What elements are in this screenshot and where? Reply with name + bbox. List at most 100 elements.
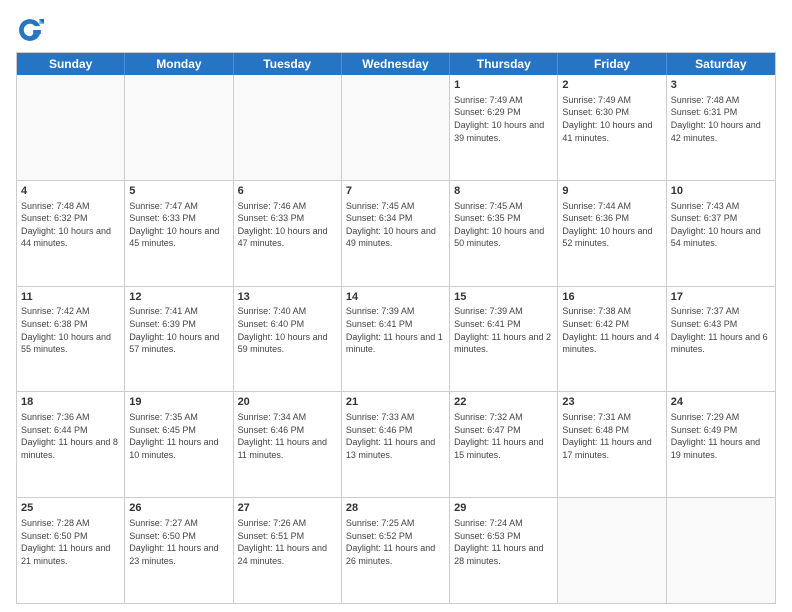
day-info: Sunrise: 7:38 AM Sunset: 6:42 PM Dayligh… — [562, 305, 661, 355]
day-number: 27 — [238, 501, 337, 516]
day-cell-5: 5Sunrise: 7:47 AM Sunset: 6:33 PM Daylig… — [125, 181, 233, 286]
day-info: Sunrise: 7:31 AM Sunset: 6:48 PM Dayligh… — [562, 411, 661, 461]
empty-cell-0-2 — [234, 75, 342, 180]
day-number: 5 — [129, 184, 228, 199]
day-number: 29 — [454, 501, 553, 516]
calendar-row-1: 4Sunrise: 7:48 AM Sunset: 6:32 PM Daylig… — [17, 181, 775, 287]
day-number: 10 — [671, 184, 771, 199]
day-header-thursday: Thursday — [450, 53, 558, 75]
day-cell-2: 2Sunrise: 7:49 AM Sunset: 6:30 PM Daylig… — [558, 75, 666, 180]
day-number: 13 — [238, 290, 337, 305]
day-cell-18: 18Sunrise: 7:36 AM Sunset: 6:44 PM Dayli… — [17, 392, 125, 497]
day-info: Sunrise: 7:29 AM Sunset: 6:49 PM Dayligh… — [671, 411, 771, 461]
day-cell-23: 23Sunrise: 7:31 AM Sunset: 6:48 PM Dayli… — [558, 392, 666, 497]
empty-cell-4-6 — [667, 498, 775, 603]
calendar: SundayMondayTuesdayWednesdayThursdayFrid… — [16, 52, 776, 604]
day-number: 7 — [346, 184, 445, 199]
empty-cell-0-1 — [125, 75, 233, 180]
calendar-row-4: 25Sunrise: 7:28 AM Sunset: 6:50 PM Dayli… — [17, 498, 775, 603]
day-info: Sunrise: 7:25 AM Sunset: 6:52 PM Dayligh… — [346, 517, 445, 567]
calendar-row-0: 1Sunrise: 7:49 AM Sunset: 6:29 PM Daylig… — [17, 75, 775, 181]
day-info: Sunrise: 7:45 AM Sunset: 6:34 PM Dayligh… — [346, 200, 445, 250]
day-info: Sunrise: 7:47 AM Sunset: 6:33 PM Dayligh… — [129, 200, 228, 250]
day-cell-29: 29Sunrise: 7:24 AM Sunset: 6:53 PM Dayli… — [450, 498, 558, 603]
day-cell-6: 6Sunrise: 7:46 AM Sunset: 6:33 PM Daylig… — [234, 181, 342, 286]
day-cell-3: 3Sunrise: 7:48 AM Sunset: 6:31 PM Daylig… — [667, 75, 775, 180]
day-number: 16 — [562, 290, 661, 305]
day-info: Sunrise: 7:48 AM Sunset: 6:31 PM Dayligh… — [671, 94, 771, 144]
day-header-monday: Monday — [125, 53, 233, 75]
day-info: Sunrise: 7:32 AM Sunset: 6:47 PM Dayligh… — [454, 411, 553, 461]
calendar-row-3: 18Sunrise: 7:36 AM Sunset: 6:44 PM Dayli… — [17, 392, 775, 498]
header — [16, 16, 776, 44]
day-info: Sunrise: 7:39 AM Sunset: 6:41 PM Dayligh… — [454, 305, 553, 355]
day-info: Sunrise: 7:27 AM Sunset: 6:50 PM Dayligh… — [129, 517, 228, 567]
day-cell-27: 27Sunrise: 7:26 AM Sunset: 6:51 PM Dayli… — [234, 498, 342, 603]
day-number: 14 — [346, 290, 445, 305]
day-number: 19 — [129, 395, 228, 410]
day-header-sunday: Sunday — [17, 53, 125, 75]
day-header-wednesday: Wednesday — [342, 53, 450, 75]
day-number: 1 — [454, 78, 553, 93]
day-cell-11: 11Sunrise: 7:42 AM Sunset: 6:38 PM Dayli… — [17, 287, 125, 392]
day-number: 23 — [562, 395, 661, 410]
day-number: 15 — [454, 290, 553, 305]
day-number: 4 — [21, 184, 120, 199]
day-header-tuesday: Tuesday — [234, 53, 342, 75]
day-number: 12 — [129, 290, 228, 305]
day-cell-20: 20Sunrise: 7:34 AM Sunset: 6:46 PM Dayli… — [234, 392, 342, 497]
day-number: 20 — [238, 395, 337, 410]
day-number: 26 — [129, 501, 228, 516]
empty-cell-4-5 — [558, 498, 666, 603]
day-cell-8: 8Sunrise: 7:45 AM Sunset: 6:35 PM Daylig… — [450, 181, 558, 286]
day-number: 24 — [671, 395, 771, 410]
day-cell-4: 4Sunrise: 7:48 AM Sunset: 6:32 PM Daylig… — [17, 181, 125, 286]
day-cell-19: 19Sunrise: 7:35 AM Sunset: 6:45 PM Dayli… — [125, 392, 233, 497]
day-info: Sunrise: 7:44 AM Sunset: 6:36 PM Dayligh… — [562, 200, 661, 250]
day-info: Sunrise: 7:34 AM Sunset: 6:46 PM Dayligh… — [238, 411, 337, 461]
day-cell-13: 13Sunrise: 7:40 AM Sunset: 6:40 PM Dayli… — [234, 287, 342, 392]
day-cell-15: 15Sunrise: 7:39 AM Sunset: 6:41 PM Dayli… — [450, 287, 558, 392]
day-cell-26: 26Sunrise: 7:27 AM Sunset: 6:50 PM Dayli… — [125, 498, 233, 603]
day-info: Sunrise: 7:39 AM Sunset: 6:41 PM Dayligh… — [346, 305, 445, 355]
day-info: Sunrise: 7:40 AM Sunset: 6:40 PM Dayligh… — [238, 305, 337, 355]
day-info: Sunrise: 7:43 AM Sunset: 6:37 PM Dayligh… — [671, 200, 771, 250]
day-cell-14: 14Sunrise: 7:39 AM Sunset: 6:41 PM Dayli… — [342, 287, 450, 392]
day-cell-24: 24Sunrise: 7:29 AM Sunset: 6:49 PM Dayli… — [667, 392, 775, 497]
day-cell-12: 12Sunrise: 7:41 AM Sunset: 6:39 PM Dayli… — [125, 287, 233, 392]
day-info: Sunrise: 7:26 AM Sunset: 6:51 PM Dayligh… — [238, 517, 337, 567]
day-number: 21 — [346, 395, 445, 410]
day-number: 22 — [454, 395, 553, 410]
day-info: Sunrise: 7:48 AM Sunset: 6:32 PM Dayligh… — [21, 200, 120, 250]
day-number: 8 — [454, 184, 553, 199]
day-info: Sunrise: 7:45 AM Sunset: 6:35 PM Dayligh… — [454, 200, 553, 250]
day-cell-21: 21Sunrise: 7:33 AM Sunset: 6:46 PM Dayli… — [342, 392, 450, 497]
day-info: Sunrise: 7:28 AM Sunset: 6:50 PM Dayligh… — [21, 517, 120, 567]
day-number: 2 — [562, 78, 661, 93]
day-cell-28: 28Sunrise: 7:25 AM Sunset: 6:52 PM Dayli… — [342, 498, 450, 603]
day-info: Sunrise: 7:33 AM Sunset: 6:46 PM Dayligh… — [346, 411, 445, 461]
day-number: 17 — [671, 290, 771, 305]
day-cell-1: 1Sunrise: 7:49 AM Sunset: 6:29 PM Daylig… — [450, 75, 558, 180]
day-header-friday: Friday — [558, 53, 666, 75]
day-cell-9: 9Sunrise: 7:44 AM Sunset: 6:36 PM Daylig… — [558, 181, 666, 286]
day-cell-22: 22Sunrise: 7:32 AM Sunset: 6:47 PM Dayli… — [450, 392, 558, 497]
day-cell-25: 25Sunrise: 7:28 AM Sunset: 6:50 PM Dayli… — [17, 498, 125, 603]
day-info: Sunrise: 7:49 AM Sunset: 6:29 PM Dayligh… — [454, 94, 553, 144]
calendar-header: SundayMondayTuesdayWednesdayThursdayFrid… — [17, 53, 775, 75]
logo-icon — [16, 16, 44, 44]
day-number: 9 — [562, 184, 661, 199]
empty-cell-0-3 — [342, 75, 450, 180]
day-cell-16: 16Sunrise: 7:38 AM Sunset: 6:42 PM Dayli… — [558, 287, 666, 392]
day-info: Sunrise: 7:35 AM Sunset: 6:45 PM Dayligh… — [129, 411, 228, 461]
day-cell-17: 17Sunrise: 7:37 AM Sunset: 6:43 PM Dayli… — [667, 287, 775, 392]
day-header-saturday: Saturday — [667, 53, 775, 75]
day-number: 18 — [21, 395, 120, 410]
day-info: Sunrise: 7:49 AM Sunset: 6:30 PM Dayligh… — [562, 94, 661, 144]
empty-cell-0-0 — [17, 75, 125, 180]
day-number: 11 — [21, 290, 120, 305]
day-number: 25 — [21, 501, 120, 516]
day-info: Sunrise: 7:36 AM Sunset: 6:44 PM Dayligh… — [21, 411, 120, 461]
day-number: 28 — [346, 501, 445, 516]
day-cell-10: 10Sunrise: 7:43 AM Sunset: 6:37 PM Dayli… — [667, 181, 775, 286]
